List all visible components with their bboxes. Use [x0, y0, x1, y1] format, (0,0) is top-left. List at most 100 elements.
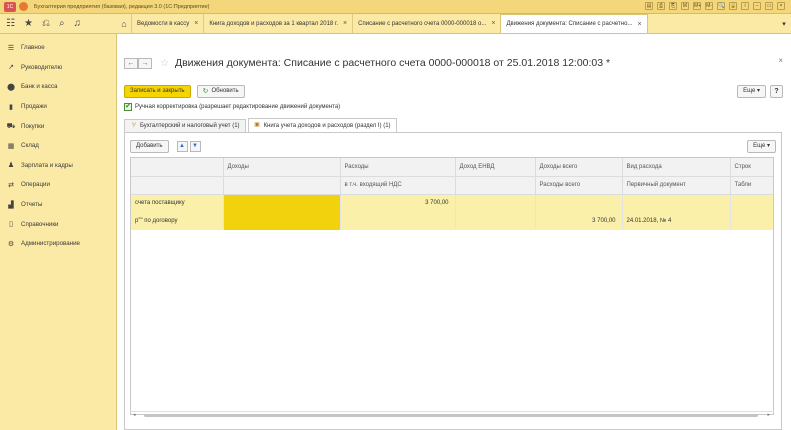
column-header-envd-income[interactable]: Доход ЕНВД — [455, 158, 536, 177]
column-header-income[interactable]: Доходы — [223, 158, 341, 177]
column-header[interactable] — [131, 158, 224, 177]
tab-bank-writeoff[interactable]: Списание с расчетного счета 0000-000018 … — [352, 14, 500, 33]
horizontal-scrollbar[interactable]: ◂ ▸ — [130, 411, 774, 419]
move-up-icon[interactable]: ▲ — [176, 141, 188, 152]
sidebar-item-label: Отчеты — [21, 201, 43, 209]
coin-icon: ⬤ — [7, 83, 15, 91]
sidebar-item-bank-cash[interactable]: ⬤ Банк и касса — [0, 77, 116, 97]
column-header-table[interactable]: Табли — [730, 176, 773, 195]
column-header[interactable] — [223, 176, 341, 195]
tab-close-icon[interactable]: × — [343, 20, 347, 27]
sidebar-item-reports[interactable]: ▟ Отчеты — [0, 195, 116, 215]
cell-expense-type[interactable] — [622, 194, 731, 212]
sidebar-item-warehouse[interactable]: ▦ Склад — [0, 136, 116, 156]
tab-label: Книга учета доходов и расходов (раздел I… — [263, 122, 391, 129]
cell-primary-doc[interactable]: 24.01.2018, № 4 — [622, 212, 731, 230]
zoom-icon[interactable]: 🔍 — [717, 2, 725, 10]
back-button[interactable]: ← — [124, 57, 138, 69]
manual-adjustment-row: ✔ Ручная корректировка (разрешает редакт… — [124, 102, 340, 112]
tab-label: Бухгалтерский и налоговый учет (1) — [140, 123, 240, 129]
scroll-right-icon[interactable]: ▸ — [767, 412, 770, 418]
tab-income-expense-book-section[interactable]: ▣ Книга учета доходов и расходов (раздел… — [247, 118, 397, 132]
sidebar-item-label: Справочники — [21, 220, 59, 228]
add-button[interactable]: Добавить — [130, 140, 169, 153]
sidebar-item-label: Руководителю — [21, 63, 63, 71]
help-button[interactable]: ? — [770, 84, 783, 98]
cell-description-line2[interactable]: р"" по договору — [131, 212, 224, 230]
favorites-icon[interactable]: ★ — [24, 18, 33, 29]
sidebar-item-salary[interactable]: ♟ Зарплата и кадры — [0, 156, 116, 176]
minimize-icon[interactable]: – — [753, 2, 761, 10]
cell-description-line1[interactable]: счета поставщику — [131, 194, 224, 212]
memory-icon[interactable]: M — [681, 2, 689, 10]
cell-total-income[interactable] — [535, 194, 623, 212]
tool-1-icon[interactable]: ▤ — [645, 2, 653, 10]
tab-cash-statements[interactable]: Ведомости в кассу × — [131, 14, 203, 33]
cell-empty[interactable] — [455, 212, 536, 230]
main-menu-icon[interactable] — [19, 2, 28, 11]
column-header[interactable] — [131, 176, 224, 195]
tab-label: Списание с расчетного счета 0000-000018 … — [358, 20, 487, 27]
scroll-thumb[interactable] — [144, 414, 758, 417]
refresh-button[interactable]: ↻ Обновить — [196, 84, 245, 98]
column-header-incl-vat[interactable]: в т.ч. входящий НДС — [340, 176, 456, 195]
memory-minus-icon[interactable]: M- — [705, 2, 713, 10]
menu-grid-icon[interactable]: ☷ — [6, 18, 15, 29]
print-icon[interactable]: ⎙ — [657, 2, 665, 10]
column-header-expenses[interactable]: Расходы — [340, 158, 456, 177]
trend-icon: ↗ — [8, 64, 14, 72]
close-form-icon[interactable]: × — [778, 56, 783, 65]
sidebar-item-label: Главное — [21, 44, 45, 52]
column-header-total-expenses[interactable]: Расходы всего — [535, 176, 623, 195]
lock-icon[interactable]: 🔒 — [729, 2, 737, 10]
column-header-primary-doc[interactable]: Первичный документ — [622, 176, 731, 195]
column-header-expense-type[interactable]: Вид расхода — [622, 158, 731, 177]
home-icon[interactable]: ⌂ — [117, 14, 131, 33]
column-header-total-income[interactable]: Доходы всего — [535, 158, 623, 177]
move-down-icon[interactable]: ▼ — [189, 141, 201, 152]
save-close-button[interactable]: Записать и закрыть — [124, 84, 191, 98]
manual-adjustment-checkbox[interactable]: ✔ — [124, 103, 132, 111]
forward-button[interactable]: → — [138, 57, 152, 69]
table-row[interactable]: счета поставщику 3 700,00 — [131, 194, 773, 230]
sidebar-item-operations[interactable]: ⇄ Операции — [0, 175, 116, 195]
search-icon[interactable]: ⌕ — [59, 18, 65, 29]
cell-table[interactable] — [730, 212, 773, 230]
tab-accounting[interactable]: ⅟ Бухгалтерский и налоговый учет (1) — [124, 119, 246, 132]
tab-close-icon[interactable]: × — [491, 20, 495, 27]
sidebar-item-main[interactable]: ☰ Главное — [0, 38, 116, 58]
sidebar-item-label: Администрирование — [21, 240, 81, 248]
history-icon[interactable]: ⎌ — [42, 18, 50, 29]
favorite-star-icon[interactable]: ☆ — [160, 58, 169, 69]
sidebar-item-administration[interactable]: ⚙ Администрирование — [0, 234, 116, 254]
tab-document-movements[interactable]: Движения документа: Списание с расчетно.… — [500, 14, 648, 33]
sidebar-item-sales[interactable]: ▮ Продажи — [0, 97, 116, 117]
column-header[interactable] — [455, 176, 536, 195]
sidebar-item-directories[interactable]: ▯ Справочники — [0, 214, 116, 234]
tabs-dropdown-icon[interactable]: ▾ — [777, 14, 791, 33]
cell-envd-income[interactable] — [455, 194, 536, 212]
cell-income-active[interactable] — [223, 194, 341, 230]
quick-icons: ☷ ★ ⎌ ⌕ ♫ — [0, 14, 117, 33]
sidebar-item-label: Продажи — [21, 103, 47, 111]
tab-close-icon[interactable]: × — [194, 20, 198, 27]
close-window-icon[interactable]: × — [777, 2, 785, 10]
memory-plus-icon[interactable]: M+ — [693, 2, 701, 10]
tab-income-expense-book[interactable]: Книга доходов и расходов за 1 квартал 20… — [203, 14, 352, 33]
cell-line[interactable] — [730, 194, 773, 212]
cell-expense[interactable]: 3 700,00 — [340, 194, 456, 212]
cell-total-expenses[interactable]: 3 700,00 — [535, 212, 623, 230]
copy-icon[interactable]: ⎘ — [669, 2, 677, 10]
cart-icon: ⛟ — [6, 122, 16, 130]
grid-more-button[interactable]: Еще ▾ — [747, 140, 776, 153]
info-icon[interactable]: i — [741, 2, 749, 10]
sidebar-item-purchases[interactable]: ⛟ Покупки — [0, 116, 116, 136]
more-button[interactable]: Еще ▾ — [737, 84, 766, 98]
notifications-icon[interactable]: ♫ — [74, 18, 82, 29]
scroll-left-icon[interactable]: ◂ — [133, 412, 136, 418]
tab-close-icon[interactable]: × — [637, 21, 641, 28]
sidebar-item-management[interactable]: ↗ Руководителю — [0, 58, 116, 78]
cell-incl-vat[interactable] — [340, 212, 456, 230]
column-header-line[interactable]: Строк — [730, 158, 773, 177]
maximize-icon[interactable]: ▭ — [765, 2, 773, 10]
